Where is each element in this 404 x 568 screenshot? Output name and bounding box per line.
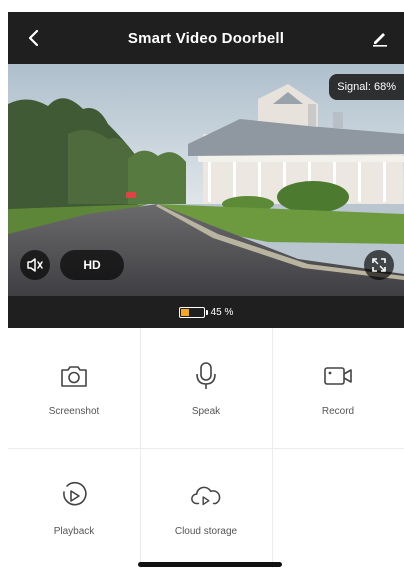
playback-icon (63, 481, 87, 505)
screenshot-button[interactable]: Screenshot (8, 328, 140, 448)
battery-percentage: 45 % (210, 306, 234, 318)
quality-toggle-button[interactable]: HD (60, 250, 124, 280)
signal-strength-badge: Signal: 68% (329, 74, 404, 100)
edit-button[interactable] (366, 24, 394, 52)
pencil-icon (373, 33, 387, 47)
page-title: Smart Video Doorbell (127, 29, 285, 47)
record-button[interactable]: Record (272, 328, 404, 448)
cloud-storage-button[interactable]: Cloud storage (140, 448, 272, 568)
chevron-left-icon (28, 29, 39, 47)
action-label: Screenshot (48, 405, 100, 417)
battery-status-bar: 45 % (8, 296, 404, 328)
speak-button[interactable]: Speak (140, 328, 272, 448)
action-label: Speak (191, 405, 221, 417)
home-indicator (138, 562, 282, 567)
mute-button[interactable] (20, 250, 50, 280)
video-camera-icon (324, 366, 352, 385)
back-button[interactable] (20, 24, 48, 52)
microphone-icon (196, 361, 216, 389)
action-label: Playback (53, 525, 95, 537)
action-grid: Screenshot Speak Record Playback Cloud s… (8, 328, 404, 568)
camera-icon (61, 365, 87, 387)
fullscreen-icon (372, 258, 386, 272)
battery-level-fill (180, 308, 190, 316)
live-video-feed[interactable]: Signal: 68% HD (8, 64, 404, 296)
speaker-muted-icon (27, 258, 43, 272)
fullscreen-button[interactable] (364, 250, 394, 280)
app-header: Smart Video Doorbell (8, 12, 404, 64)
playback-button[interactable]: Playback (8, 448, 140, 568)
action-label: Cloud storage (174, 525, 238, 537)
battery-icon (178, 306, 208, 318)
action-label: Record (321, 405, 355, 417)
cloud-storage-icon (191, 486, 221, 505)
